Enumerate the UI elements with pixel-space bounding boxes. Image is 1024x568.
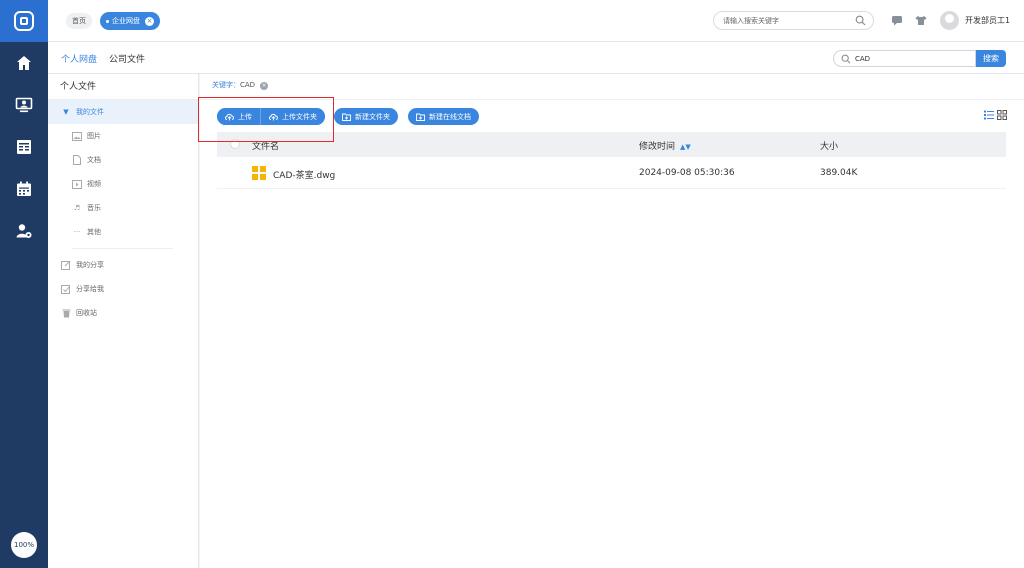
- grid-view-icon[interactable]: [997, 110, 1007, 120]
- upload-label: 上传: [238, 112, 252, 121]
- tree-item-label: 回收站: [76, 309, 97, 317]
- sort-icon[interactable]: ▲▼: [680, 143, 691, 151]
- file-search-input[interactable]: [855, 52, 973, 66]
- upload-button[interactable]: 上传: [217, 108, 260, 125]
- document-list-icon: [17, 140, 31, 154]
- video-icon: [72, 179, 82, 189]
- file-name[interactable]: CAD-茶室.dwg: [273, 168, 335, 181]
- share-icon: [61, 260, 71, 270]
- avatar[interactable]: [940, 11, 959, 30]
- top-bar: 首页 企业网盘 × 开发部员工1: [48, 0, 1024, 42]
- more-icon: ···: [73, 228, 81, 236]
- tree-item-my-files[interactable]: ▼ 我的文件: [48, 100, 198, 124]
- divider: [200, 99, 1024, 100]
- rail-documents[interactable]: [0, 126, 48, 168]
- tabs-bar: 个人网盘 公司文件 搜索: [48, 42, 1024, 76]
- tab-company-files[interactable]: 公司文件: [109, 52, 145, 65]
- cloud-upload-icon: [225, 112, 234, 121]
- tree-item-shared-with-me[interactable]: 分享给我: [48, 277, 198, 301]
- tree-item-label: 我的文件: [76, 108, 104, 116]
- tree-item-other[interactable]: ··· 其他: [48, 220, 198, 244]
- table-row[interactable]: CAD-茶室.dwg 2024-09-08 05:30:36 389.04K: [217, 158, 1006, 189]
- file-tree: 个人文件 ▼ 我的文件 图片 文档 视频 ♬ 音乐 ··· 其他 我的分享 分享…: [48, 74, 199, 568]
- table-header: 文件名 修改时间 ▲▼ 大小: [217, 132, 1006, 157]
- file-size: 389.04K: [820, 168, 858, 178]
- tree-item-videos[interactable]: 视频: [48, 172, 198, 196]
- rail-user-settings[interactable]: [0, 210, 48, 252]
- tree-title: 个人文件: [48, 74, 198, 100]
- home-icon: [17, 56, 31, 70]
- new-folder-icon: [342, 112, 351, 121]
- global-search-input[interactable]: [714, 12, 852, 29]
- username[interactable]: 开发部员工1: [965, 15, 1010, 26]
- tree-item-recycle-bin[interactable]: 回收站: [48, 301, 198, 325]
- view-toggle: [984, 110, 1007, 120]
- image-icon: [72, 131, 82, 141]
- tree-item-documents[interactable]: 文档: [48, 148, 198, 172]
- cad-file-icon: [252, 166, 266, 180]
- tree-item-my-share[interactable]: 我的分享: [48, 253, 198, 277]
- tab-personal-disk[interactable]: 个人网盘: [59, 52, 99, 76]
- upload-button-group: 上传 上传文件夹: [217, 108, 325, 125]
- shared-icon: [61, 284, 71, 294]
- keyword-value: CAD: [240, 81, 256, 89]
- new-doc-icon: [416, 112, 425, 121]
- tree-item-label: 我的分享: [76, 261, 104, 269]
- search-icon[interactable]: [855, 15, 866, 26]
- tab-enterprise-disk-label: 企业网盘: [112, 17, 140, 25]
- skin-icon[interactable]: [914, 13, 928, 27]
- rail-calendar[interactable]: [0, 168, 48, 210]
- tab-home[interactable]: 首页: [66, 13, 92, 29]
- tree-item-label: 音乐: [87, 204, 101, 212]
- user-settings-icon: [16, 224, 32, 238]
- column-modified[interactable]: 修改时间 ▲▼: [639, 139, 691, 152]
- calendar-icon: [17, 181, 31, 196]
- keyword-label: 关键字：: [212, 81, 240, 89]
- search-button[interactable]: 搜索: [976, 50, 1006, 67]
- music-icon: ♬: [73, 204, 81, 212]
- list-view-icon[interactable]: [984, 110, 994, 120]
- logo-icon: [14, 11, 34, 31]
- caret-down-icon: ▼: [63, 108, 69, 116]
- app-logo[interactable]: [0, 0, 48, 42]
- tree-item-images[interactable]: 图片: [48, 124, 198, 148]
- column-name[interactable]: 文件名: [252, 139, 279, 152]
- keyword-filter: 关键字：CAD ×: [212, 80, 269, 90]
- message-icon[interactable]: [890, 13, 904, 27]
- dot-icon: [106, 19, 109, 23]
- tab-enterprise-disk[interactable]: 企业网盘 ×: [100, 12, 160, 30]
- global-search: [713, 11, 874, 30]
- cloud-upload-icon: [269, 112, 278, 121]
- document-icon: [72, 155, 82, 165]
- tree-item-label: 文档: [87, 156, 101, 164]
- new-folder-label: 新建文件夹: [355, 112, 390, 121]
- tree-item-music[interactable]: ♬ 音乐: [48, 196, 198, 220]
- new-online-doc-button[interactable]: 新建在线文档: [408, 108, 479, 125]
- new-folder-button[interactable]: 新建文件夹: [334, 108, 398, 125]
- file-modified: 2024-09-08 05:30:36: [639, 168, 735, 178]
- clear-keyword-icon[interactable]: ×: [260, 82, 269, 90]
- column-modified-label: 修改时间: [639, 142, 676, 152]
- upload-folder-label: 上传文件夹: [282, 112, 317, 121]
- tree-item-label: 分享给我: [76, 285, 104, 293]
- select-all-checkbox[interactable]: [230, 139, 240, 149]
- rail-home[interactable]: [0, 42, 48, 84]
- tree-divider: [72, 248, 173, 249]
- file-search: [833, 50, 976, 67]
- zoom-indicator[interactable]: 100%: [11, 532, 37, 558]
- trash-icon: [61, 308, 71, 318]
- tree-item-label: 视频: [87, 180, 101, 188]
- column-size[interactable]: 大小: [820, 139, 838, 152]
- rail-monitor[interactable]: [0, 84, 48, 126]
- search-icon: [841, 54, 851, 64]
- tree-item-label: 图片: [87, 132, 101, 140]
- monitor-user-icon: [15, 97, 33, 113]
- close-icon[interactable]: ×: [145, 16, 154, 26]
- upload-folder-button[interactable]: 上传文件夹: [260, 108, 325, 125]
- file-panel: 关键字：CAD × 上传 上传文件夹 新建文件夹 新建在线文档 文件名 修改时间 ▲…: [200, 74, 1024, 568]
- top-icons: [890, 13, 928, 27]
- left-rail: 100%: [0, 0, 48, 568]
- tree-item-label: 其他: [87, 228, 101, 236]
- new-online-doc-label: 新建在线文档: [429, 112, 471, 121]
